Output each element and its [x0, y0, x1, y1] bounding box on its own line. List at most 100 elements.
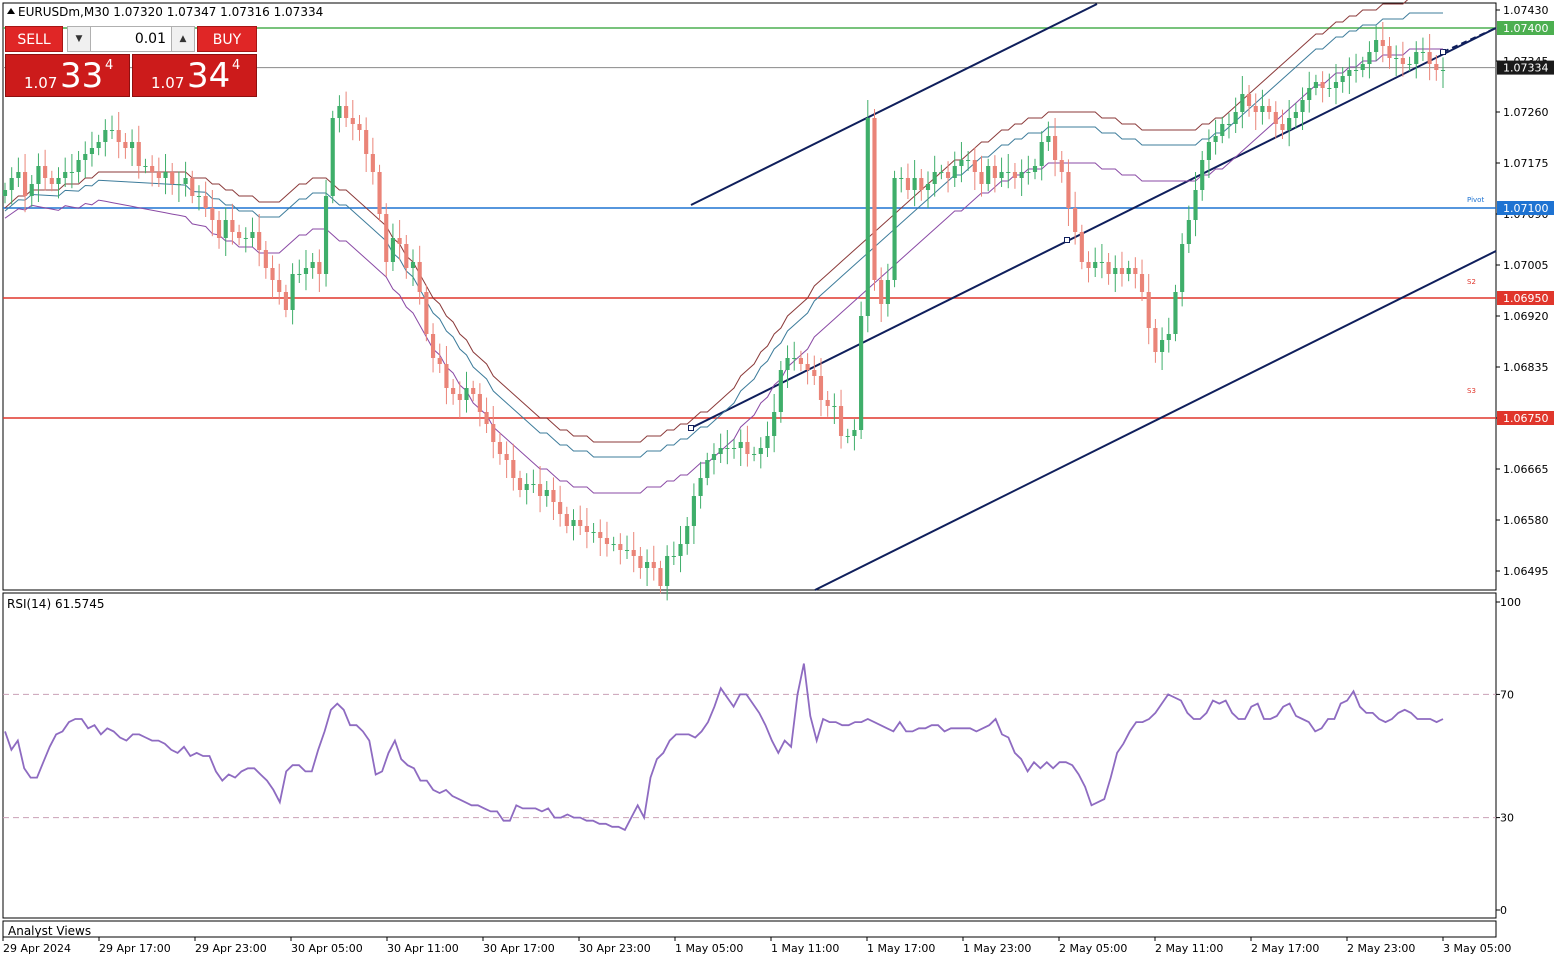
candle-body	[1166, 334, 1171, 340]
candle-body	[1099, 262, 1104, 263]
candle-body	[1213, 136, 1218, 142]
candle-body	[584, 526, 589, 532]
candle-body	[792, 358, 797, 359]
candle-body	[805, 364, 810, 370]
rsi-tick-label: 30	[1500, 812, 1514, 825]
price-tick-label: 1.07430	[1503, 4, 1549, 17]
candle-body	[1026, 172, 1031, 173]
candle-body	[150, 166, 155, 172]
candle-body	[551, 490, 556, 502]
candle-body	[772, 412, 777, 436]
candle-body	[1193, 190, 1198, 220]
candle-body	[945, 172, 951, 178]
candle-body	[277, 280, 282, 292]
candle-body	[96, 142, 101, 148]
candle-body	[1200, 160, 1205, 190]
candle-body	[818, 376, 824, 400]
candle-body	[303, 268, 309, 274]
candle-body	[999, 172, 1004, 178]
candle-body	[845, 436, 850, 437]
candle-body	[932, 172, 937, 184]
candle-body	[176, 184, 181, 185]
channel-anchor	[688, 425, 694, 431]
candle-body	[1053, 136, 1058, 160]
candle-body	[491, 424, 496, 442]
candle-body	[685, 526, 690, 544]
time-tick-label: 1 May 17:00	[867, 942, 935, 955]
candle-body	[578, 520, 583, 526]
candle-body	[170, 172, 175, 184]
chevron-down-icon: ▼	[75, 34, 83, 44]
candle-body	[1032, 166, 1038, 172]
candle-body	[832, 406, 837, 407]
candle-body	[752, 454, 757, 455]
candle-body	[531, 484, 536, 485]
time-tick-label: 29 Apr 17:00	[99, 942, 171, 955]
candle-body	[1313, 82, 1318, 88]
candle-body	[16, 172, 21, 178]
candle-body	[758, 448, 763, 454]
candle-body	[2, 190, 8, 196]
lot-decrease-button[interactable]: ▼	[67, 26, 91, 52]
lot-size-input[interactable]	[91, 26, 171, 52]
candle-body	[939, 172, 944, 173]
candle-body	[511, 460, 516, 478]
candle-body	[69, 172, 74, 173]
time-tick-label: 1 May 05:00	[675, 942, 743, 955]
candle-body	[1407, 64, 1412, 65]
candle-body	[919, 178, 924, 190]
candle-body	[337, 106, 342, 118]
candle-body	[1387, 46, 1392, 58]
candle-body	[196, 196, 202, 197]
candle-body	[638, 556, 643, 568]
price-tick-label: 1.07260	[1503, 106, 1549, 119]
candle-body	[377, 172, 382, 214]
candle-body	[718, 448, 723, 454]
level-tag-s3: S3	[1467, 387, 1476, 395]
candle-body	[36, 166, 41, 184]
level-tag-s2: S2	[1467, 278, 1476, 286]
candle-body	[1327, 88, 1332, 89]
candle-body	[598, 532, 603, 538]
candle-body	[1046, 136, 1051, 142]
candle-body	[1414, 52, 1419, 64]
candle-body	[417, 262, 422, 292]
time-tick-label: 2 May 05:00	[1059, 942, 1127, 955]
candle-body	[76, 160, 81, 172]
level-price-label: 1.06950	[1503, 292, 1549, 305]
sell-button[interactable]: SELL	[5, 26, 63, 52]
candle-body	[852, 430, 857, 436]
candle-body	[604, 538, 610, 544]
bid-price[interactable]: 1.07 33 4	[5, 54, 130, 97]
candle-body	[678, 544, 683, 556]
candle-body	[123, 142, 128, 148]
candle-body	[1360, 64, 1365, 70]
candle-body	[1394, 58, 1399, 59]
candle-body	[745, 442, 750, 454]
candle-body	[216, 220, 222, 238]
price-tick-label: 1.06835	[1503, 361, 1549, 374]
ask-price[interactable]: 1.07 34 4	[132, 54, 257, 97]
time-tick-label: 30 Apr 17:00	[483, 942, 555, 955]
time-tick-label: 2 May 17:00	[1251, 942, 1319, 955]
candle-body	[838, 406, 844, 436]
candle-body	[103, 130, 108, 142]
candle-body	[404, 244, 409, 268]
candle-body	[350, 118, 355, 124]
analyst-views-tab[interactable]: Analyst Views	[8, 924, 91, 938]
candle-body	[130, 142, 135, 148]
candle-body	[1106, 262, 1111, 274]
candle-body	[925, 184, 931, 190]
trading-chart[interactable]: PivotS2S3 1.074301.073451.072601.071751.…	[0, 0, 1560, 960]
price-tick-label: 1.06665	[1503, 463, 1549, 476]
candle-body	[1206, 142, 1211, 160]
candle-body	[959, 160, 964, 166]
candle-body	[1139, 274, 1145, 292]
buy-button[interactable]: BUY	[197, 26, 257, 52]
candle-body	[892, 178, 897, 280]
candle-body	[270, 268, 275, 280]
lot-increase-button[interactable]: ▲	[171, 26, 195, 52]
time-tick-label: 29 Apr 23:00	[195, 942, 267, 955]
time-tick-label: 3 May 05:00	[1443, 942, 1511, 955]
time-tick-label: 30 Apr 11:00	[387, 942, 459, 955]
